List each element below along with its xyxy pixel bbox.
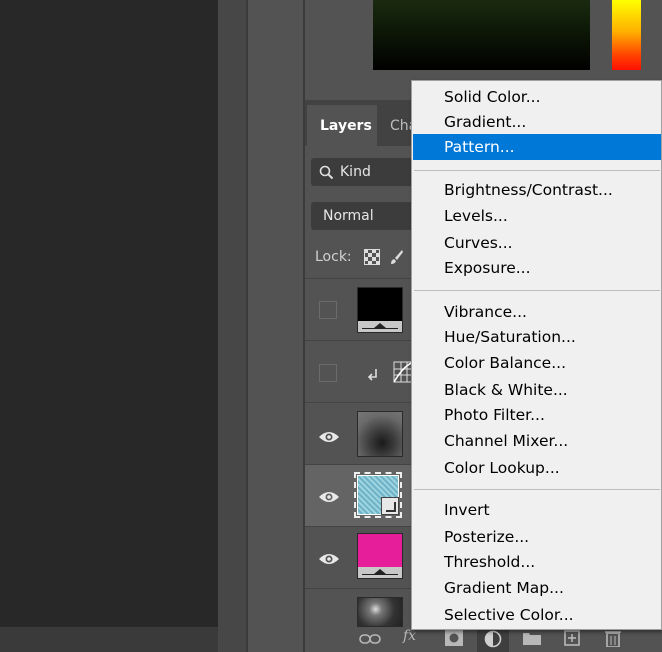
layer-thumbnail[interactable] (354, 472, 402, 518)
menu-item-black-white[interactable]: Black & White... (413, 377, 661, 403)
menu-item-channel-mixer[interactable]: Channel Mixer... (413, 428, 661, 454)
menu-item-hue-saturation[interactable]: Hue/Saturation... (413, 324, 661, 350)
menu-item-threshold[interactable]: Threshold... (413, 549, 661, 575)
menu-item-color-lookup[interactable]: Color Lookup... (413, 455, 661, 481)
menu-item-selective-color[interactable]: Selective Color... (413, 602, 661, 628)
photoshop-workspace: Layers Cha Kind Normal Lock: fx Solid Co… (0, 0, 662, 652)
lock-image-pixels-icon[interactable] (390, 249, 404, 265)
visibility-toggle[interactable] (319, 301, 337, 319)
clipping-arrow-icon (367, 369, 377, 381)
group-icon[interactable] (523, 631, 541, 645)
fill-layer-icon (358, 567, 402, 578)
layer-thumbnail[interactable] (357, 287, 403, 333)
blend-mode-select[interactable]: Normal (311, 202, 421, 230)
fill-layer-icon (358, 321, 402, 332)
document-canvas[interactable] (0, 0, 218, 627)
menu-item-brightness-contrast[interactable]: Brightness/Contrast... (413, 177, 661, 203)
menu-item-gradient-map[interactable]: Gradient Map... (413, 575, 661, 601)
mask-icon[interactable] (445, 630, 463, 646)
menu-item-invert[interactable]: Invert (413, 497, 661, 523)
adjustment-button[interactable] (477, 627, 509, 652)
layer-thumbnail[interactable] (357, 533, 403, 579)
eye-icon[interactable] (318, 490, 340, 504)
menu-item-solid-color[interactable]: Solid Color... (413, 84, 661, 110)
link-icon[interactable] (359, 633, 381, 645)
new-layer-icon[interactable] (564, 629, 580, 646)
lock-row: Lock: (315, 246, 404, 268)
tab-label: Layers (320, 117, 372, 134)
adjustment-icon (484, 630, 502, 648)
blend-mode-value: Normal (323, 208, 374, 224)
status-bar (0, 627, 242, 652)
menu-item-color-balance[interactable]: Color Balance... (413, 350, 661, 376)
menu-item-exposure[interactable]: Exposure... (413, 255, 661, 281)
panel-gutter (218, 0, 246, 652)
layer-thumbnail[interactable] (357, 597, 403, 627)
layers-panel-footer: fx (305, 627, 662, 652)
color-picker-hue-slider[interactable] (612, 0, 641, 70)
fx-icon[interactable]: fx (403, 628, 416, 644)
menu-item-gradient[interactable]: Gradient... (413, 109, 661, 135)
menu-item-vibrance[interactable]: Vibrance... (413, 299, 661, 325)
filter-kind-label: Kind (340, 164, 371, 180)
menu-item-curves[interactable]: Curves... (413, 230, 661, 256)
menu-separator (414, 489, 660, 490)
menu-separator (414, 170, 660, 171)
lock-transparent-pixels-icon[interactable] (363, 249, 380, 265)
menu-separator (414, 290, 660, 291)
menu-item-posterize[interactable]: Posterize... (413, 524, 661, 550)
trash-icon[interactable] (605, 629, 621, 647)
color-picker-field[interactable] (373, 0, 590, 70)
layer-thumbnail[interactable] (357, 411, 403, 457)
menu-item-pattern[interactable]: Pattern... (413, 134, 661, 160)
menu-item-photo-filter[interactable]: Photo Filter... (413, 402, 661, 428)
tab-layers[interactable]: Layers (307, 105, 377, 146)
search-icon (319, 165, 334, 179)
smart-object-icon (381, 497, 399, 515)
eye-icon[interactable] (318, 552, 340, 566)
menu-item-levels[interactable]: Levels... (413, 203, 661, 229)
new-fill-adjustment-layer-menu: Solid Color... Gradient... Pattern... Br… (411, 80, 662, 630)
layer-filter-kind-select[interactable]: Kind (311, 158, 421, 186)
visibility-toggle[interactable] (319, 364, 337, 382)
panel-divider (246, 0, 248, 652)
lock-label: Lock: (315, 249, 352, 265)
eye-icon[interactable] (318, 430, 340, 444)
